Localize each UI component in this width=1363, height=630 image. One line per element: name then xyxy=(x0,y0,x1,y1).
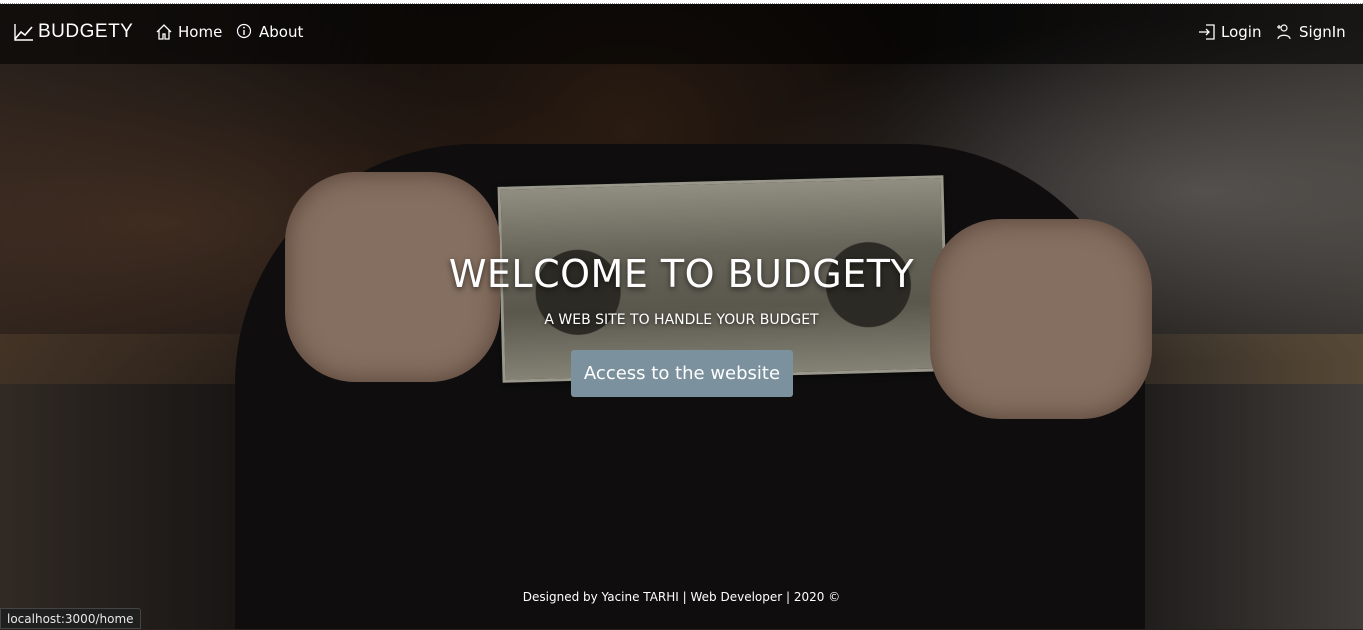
nav-home-link[interactable]: Home xyxy=(155,23,222,41)
nav-login-label: Login xyxy=(1221,23,1262,41)
user-plus-icon xyxy=(1276,23,1294,41)
nav-about-link[interactable]: About xyxy=(236,23,303,41)
info-icon xyxy=(236,23,254,41)
access-website-button[interactable]: Access to the website xyxy=(571,350,793,397)
login-icon xyxy=(1198,23,1216,41)
nav-about-label: About xyxy=(259,23,304,41)
hero-subtitle: A WEB SITE TO HANDLE YOUR BUDGET xyxy=(544,312,819,328)
top-navbar: BUDGETY Home About Login SignIn xyxy=(0,4,1363,64)
hero-title: WELCOME TO BUDGETY xyxy=(448,252,915,296)
browser-status-url: localhost:3000/home xyxy=(0,608,141,629)
nav-home-label: Home xyxy=(178,23,223,41)
footer-credit: Designed by Yacine TARHI | Web Developer… xyxy=(522,590,841,604)
brand-label: BUDGETY xyxy=(38,21,134,42)
brand-link[interactable]: BUDGETY xyxy=(14,21,133,43)
nav-signin-label: SignIn xyxy=(1299,23,1346,41)
trending-up-icon xyxy=(14,23,33,41)
nav-login-link[interactable]: Login xyxy=(1198,23,1261,41)
home-icon xyxy=(155,23,173,41)
nav-signin-link[interactable]: SignIn xyxy=(1276,23,1346,41)
